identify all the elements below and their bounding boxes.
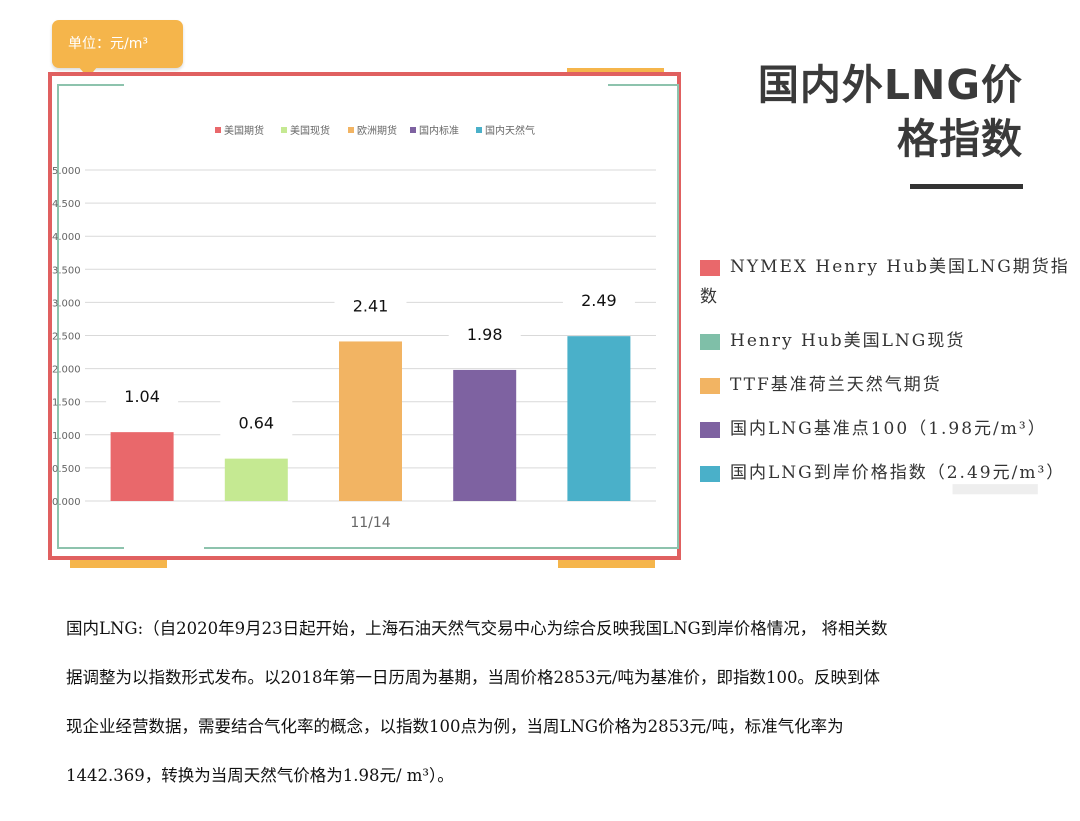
legend-swatch	[215, 127, 221, 133]
legend-swatch	[476, 127, 482, 133]
bar	[453, 369, 517, 501]
y-tick-label: 4.500	[52, 199, 81, 210]
legend-label: 国内标准	[419, 124, 459, 137]
unit-badge: 单位：元/m³	[52, 20, 183, 78]
paragraph-line: 1442.369，转换为当周天然气价格为1.98元/ m³）。	[66, 766, 454, 785]
legend-swatch	[348, 127, 354, 133]
page-title: 国内外LNG价 格指数	[758, 58, 1023, 166]
y-tick-label: 0.500	[52, 464, 81, 475]
bar-chart: 美国期货 美国现货 欧洲期货 国内标准 国内天然气 0.000 0.500 1.000 1.50…	[52, 124, 656, 531]
side-legend: NYMEX Henry Hub美国LNG期货指数 Henry Hub美国LNG现货…	[700, 252, 1075, 502]
side-legend-label: NYMEX Henry Hub美国LNG期货指数	[700, 257, 1070, 307]
side-legend-label: 国内LNG到岸价格指数（2.49元/m³）	[730, 463, 1066, 483]
data-label: 1.04	[124, 387, 160, 406]
legend-label: 美国现货	[290, 124, 330, 137]
frame-tab-bottom-left	[70, 559, 167, 568]
paragraph-line: 据调整为以指数形式发布。以2018年第一日历周为基期，当周价格2853元/吨为基…	[66, 668, 881, 687]
frame-gap-bottom	[124, 546, 204, 552]
paragraph-line: 现企业经营数据，需要结合气化率的概念，以指数100点为例，当周LNG价格为285…	[66, 717, 844, 736]
bar	[224, 458, 288, 501]
y-tick-label: 0.000	[52, 497, 81, 508]
side-legend-swatch	[700, 377, 720, 394]
legend-swatch	[410, 127, 416, 133]
paragraph-line: 国内LNG:（自2020年9月23日起开始，上海石油天然气交易中心为综合反映我国…	[66, 619, 888, 638]
frame-gap-top	[124, 81, 608, 87]
y-tick-label: 1.500	[52, 398, 81, 409]
legend-label: 美国期货	[224, 124, 264, 137]
side-legend-item: 国内LNG基准点100（1.98元/m³）	[700, 414, 1075, 444]
data-label: 1.98	[467, 325, 503, 344]
y-tick-label: 2.500	[52, 332, 81, 343]
legend-label: 欧洲期货	[357, 124, 397, 137]
side-legend-item: NYMEX Henry Hub美国LNG期货指数	[700, 252, 1075, 312]
description-paragraph: 国内LNG:（自2020年9月23日起开始，上海石油天然气交易中心为综合反映我国…	[66, 604, 1056, 800]
y-tick-label: 3.500	[52, 265, 81, 276]
data-label: 0.64	[238, 414, 274, 433]
bar	[339, 341, 402, 501]
data-label: 2.49	[581, 291, 617, 310]
legend-swatch	[281, 127, 287, 133]
side-legend-label: TTF基准荷兰天然气期货	[730, 375, 942, 395]
legend-label: 国内天然气	[485, 124, 535, 137]
y-tick-label: 5.000	[52, 166, 81, 177]
side-legend-swatch	[700, 259, 720, 276]
bar	[567, 336, 631, 501]
unit-label: 单位：元/m³	[68, 36, 148, 52]
x-tick-label: 11/14	[350, 515, 390, 531]
side-legend-item: TTF基准荷兰天然气期货	[700, 370, 1075, 400]
side-legend-item: Henry Hub美国LNG现货	[700, 326, 1075, 356]
y-tick-label: 4.000	[52, 232, 81, 243]
data-label: 2.41	[353, 296, 389, 315]
page-title-line1: 国内外LNG价	[757, 61, 1023, 109]
y-tick-label: 2.000	[52, 365, 81, 376]
side-legend-swatch	[700, 465, 720, 482]
side-legend-item: 国内LNG到岸价格指数（2.49元/m³）	[700, 458, 1075, 488]
side-legend-swatch	[700, 333, 720, 350]
frame-tab-bottom-right	[558, 559, 655, 568]
bar	[110, 432, 174, 501]
side-legend-label: Henry Hub美国LNG现货	[730, 331, 966, 351]
y-tick-label: 3.000	[52, 298, 81, 309]
y-tick-label: 1.000	[52, 431, 81, 442]
page-title-line2: 格指数	[897, 115, 1023, 163]
title-underline	[910, 184, 1023, 189]
side-legend-label: 国内LNG基准点100（1.98元/m³）	[730, 419, 1047, 439]
side-legend-swatch	[700, 421, 720, 438]
